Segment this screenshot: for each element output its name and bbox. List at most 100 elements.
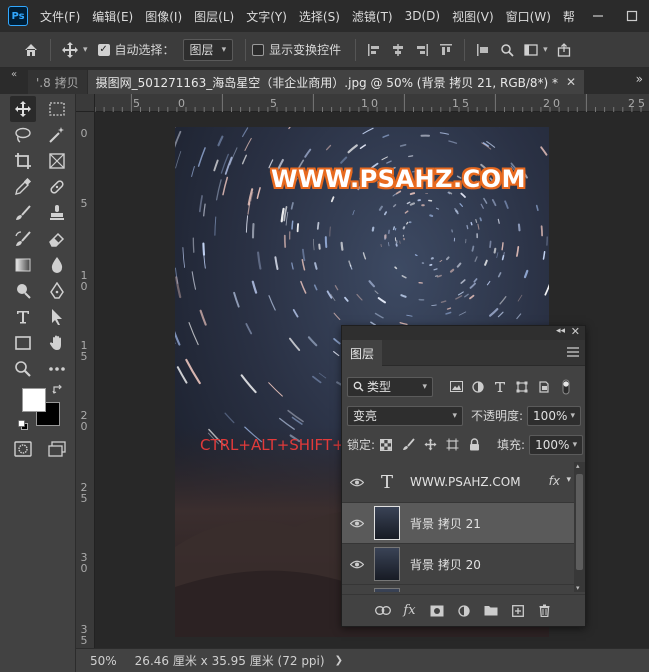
eye-icon[interactable] <box>342 519 372 528</box>
collapse-toolbar-icon[interactable]: « <box>0 68 28 94</box>
photoshop-logo-icon[interactable]: Ps <box>8 6 28 26</box>
menu-help[interactable]: 帮 <box>563 8 575 25</box>
filter-shape-icon[interactable] <box>511 377 533 397</box>
filter-type-icon[interactable] <box>489 377 511 397</box>
tab-overflow-icon[interactable]: » <box>636 72 643 86</box>
lock-pixels-icon[interactable] <box>397 435 419 455</box>
auto-select-checkbox[interactable]: ✓ <box>97 43 110 56</box>
chevron-down-icon[interactable]: ▾ <box>543 45 548 55</box>
search-icon[interactable] <box>495 37 519 63</box>
lock-all-icon[interactable] <box>463 435 485 455</box>
dodge-tool-icon[interactable] <box>10 278 36 304</box>
menu-select[interactable]: 选择(S) <box>299 8 340 25</box>
move-tool-icon[interactable] <box>57 37 83 63</box>
rectangle-tool-icon[interactable] <box>10 330 36 356</box>
chevron-down-icon[interactable]: ▾ <box>576 584 580 592</box>
layer-row-text[interactable]: T WWW.PSAHZ.COM fx ▾ <box>342 462 574 503</box>
layer-row-copy-20[interactable]: 背景 拷贝 20 <box>342 544 574 585</box>
home-icon[interactable] <box>18 37 44 63</box>
type-tool-icon[interactable] <box>10 304 36 330</box>
swap-colors-icon[interactable] <box>52 384 63 398</box>
new-layer-icon[interactable] <box>504 604 531 617</box>
lock-position-icon[interactable] <box>419 435 441 455</box>
align-right-icon[interactable] <box>410 37 434 63</box>
filter-smart-object-icon[interactable] <box>533 377 555 397</box>
close-icon[interactable]: ✕ <box>566 75 576 89</box>
add-mask-icon[interactable] <box>423 605 450 617</box>
filter-kind-dropdown[interactable]: 类型 ▾ <box>347 376 433 397</box>
menu-filter[interactable]: 滤镜(T) <box>352 8 393 25</box>
path-selection-tool-icon[interactable] <box>44 304 70 330</box>
tab-layers[interactable]: 图层 <box>342 340 382 366</box>
eye-icon[interactable] <box>342 560 372 569</box>
fx-icon[interactable]: fx <box>549 474 560 488</box>
healing-brush-tool-icon[interactable] <box>44 174 70 200</box>
close-icon[interactable]: ✕ <box>571 325 580 338</box>
adjustment-layer-icon[interactable] <box>450 604 477 617</box>
align-top-icon[interactable] <box>434 37 458 63</box>
tab-document-copy[interactable]: '.8 拷贝 <box>28 70 87 94</box>
filter-adjustment-icon[interactable] <box>467 377 489 397</box>
opacity-input[interactable]: 100% ▾ <box>527 405 582 426</box>
fill-input[interactable]: 100% ▾ <box>529 434 584 455</box>
menu-file[interactable]: 文件(F) <box>40 8 80 25</box>
distribute-icon[interactable] <box>471 37 495 63</box>
chevron-up-icon[interactable]: ▴ <box>576 462 580 470</box>
link-icon[interactable] <box>369 606 396 615</box>
workspace-icon[interactable] <box>519 37 543 63</box>
layer-list[interactable]: T WWW.PSAHZ.COM fx ▾ 背景 拷贝 21 背景 拷贝 20 <box>342 462 574 592</box>
auto-select-target-dropdown[interactable]: 图层 ▾ <box>182 38 234 61</box>
layer-row-copy-21[interactable]: 背景 拷贝 21 <box>342 503 574 544</box>
add-style-icon[interactable]: fx <box>396 603 423 618</box>
filter-toggle-icon[interactable] <box>555 377 577 397</box>
menu-type[interactable]: 文字(Y) <box>246 8 287 25</box>
screen-mode-icon[interactable] <box>44 436 70 462</box>
maximize-icon[interactable] <box>615 0 649 32</box>
eraser-tool-icon[interactable] <box>44 226 70 252</box>
menu-image[interactable]: 图像(I) <box>145 8 182 25</box>
chevron-right-icon[interactable]: ❯ <box>335 655 343 666</box>
trash-icon[interactable] <box>531 604 558 617</box>
pen-tool-icon[interactable] <box>44 278 70 304</box>
menu-window[interactable]: 窗口(W) <box>506 8 551 25</box>
filter-pixel-icon[interactable] <box>445 377 467 397</box>
magic-wand-tool-icon[interactable] <box>44 122 70 148</box>
zoom-tool-icon[interactable] <box>10 356 36 382</box>
align-center-icon[interactable] <box>386 37 410 63</box>
quick-mask-icon[interactable] <box>10 436 36 462</box>
layer-row-partial[interactable] <box>342 585 574 592</box>
layer-list-scrollbar[interactable]: ▴ ▾ <box>574 462 585 592</box>
crop-tool-icon[interactable] <box>10 148 36 174</box>
align-left-icon[interactable] <box>362 37 386 63</box>
show-transform-checkbox[interactable] <box>252 43 265 56</box>
brush-tool-icon[interactable] <box>10 200 36 226</box>
hand-tool-icon[interactable] <box>44 330 70 356</box>
frame-tool-icon[interactable] <box>44 148 70 174</box>
foreground-color-swatch[interactable] <box>22 388 46 412</box>
default-colors-icon[interactable] <box>18 419 28 430</box>
menu-layer[interactable]: 图层(L) <box>194 8 234 25</box>
gradient-tool-icon[interactable] <box>10 252 36 278</box>
share-icon[interactable] <box>552 37 576 63</box>
lock-transparency-icon[interactable] <box>375 435 397 455</box>
folder-icon[interactable] <box>477 605 504 616</box>
blend-mode-dropdown[interactable]: 变亮 ▾ <box>347 405 463 426</box>
more-tools-icon[interactable] <box>44 356 70 382</box>
zoom-level[interactable]: 50% <box>90 654 117 668</box>
scrollbar-thumb[interactable] <box>576 474 583 570</box>
chevron-down-icon[interactable]: ▾ <box>566 475 571 485</box>
eyedropper-tool-icon[interactable] <box>10 174 36 200</box>
chevron-down-icon[interactable]: ▾ <box>83 45 88 55</box>
lock-artboard-icon[interactable] <box>441 435 463 455</box>
panel-menu-icon[interactable] <box>567 346 579 360</box>
panel-title-bar[interactable]: ◂◂ ✕ <box>342 325 585 340</box>
history-brush-tool-icon[interactable] <box>10 226 36 252</box>
lasso-tool-icon[interactable] <box>10 122 36 148</box>
clone-stamp-tool-icon[interactable] <box>44 200 70 226</box>
tab-active-document[interactable]: 摄图网_501271163_海岛星空（非企业商用）.jpg @ 50% (背景 … <box>87 70 585 94</box>
blur-tool-icon[interactable] <box>44 252 70 278</box>
collapse-panel-icon[interactable]: ◂◂ <box>556 326 565 336</box>
eye-icon[interactable] <box>342 478 372 487</box>
menu-3d[interactable]: 3D(D) <box>405 9 440 23</box>
menu-view[interactable]: 视图(V) <box>452 8 494 25</box>
